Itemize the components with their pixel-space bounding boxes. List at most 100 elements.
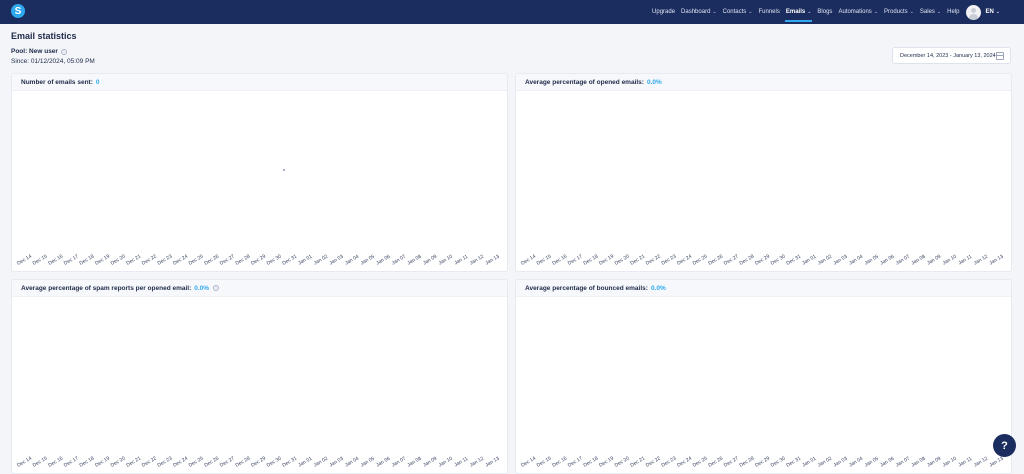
x-tick-label: Dec 24	[172, 253, 189, 266]
chart-area: Dec 14Dec 15Dec 16Dec 17Dec 18Dec 19Dec …	[16, 455, 501, 469]
x-tick-label: Jan 04	[344, 456, 360, 469]
nav-item-products[interactable]: Products ⌄	[881, 0, 917, 24]
page-title: Email statistics	[11, 31, 77, 41]
x-tick-label: Jan 06	[879, 456, 895, 469]
panel-value: 0.0%	[646, 78, 662, 86]
x-tick-label: Jan 01	[297, 456, 313, 469]
x-tick-label: Jan 09	[926, 456, 942, 469]
x-tick-label: Jan 02	[817, 254, 833, 267]
x-tick-label: Jan 09	[926, 254, 942, 267]
language-selector[interactable]: EN ⌄	[985, 9, 1000, 15]
panel-value: 0.0%	[194, 284, 210, 292]
x-tick-label: Jan 03	[832, 254, 848, 267]
x-tick-label: Dec 15	[32, 455, 49, 468]
x-tick-label: Jan 13	[988, 254, 1004, 267]
user-avatar[interactable]	[966, 4, 982, 20]
x-tick-label: Jan 02	[313, 254, 329, 267]
x-tick-label: Dec 28	[739, 253, 756, 266]
x-tick-label: Dec 27	[219, 253, 236, 266]
x-tick-label: Dec 15	[536, 253, 553, 266]
x-tick-label: Dec 21	[125, 253, 142, 266]
x-tick-label: Jan 05	[360, 254, 376, 267]
x-tick-label: Dec 26	[203, 253, 220, 266]
nav-item-label: Upgrade	[652, 9, 676, 15]
x-tick-label: Jan 10	[438, 456, 454, 469]
x-tick-label: Jan 04	[344, 254, 360, 267]
x-tick-label: Jan 02	[313, 456, 329, 469]
panel-value: 0.0%	[650, 284, 666, 292]
panel-header: Average percentage of opened emails: 0.0%	[516, 74, 1011, 91]
panel-emails-sent: Number of emails sent: 0 Dec 14 Dec 15 Dec 1…	[11, 73, 508, 272]
x-tick-label: Dec 18	[583, 253, 600, 266]
data-point	[283, 169, 285, 171]
nav-item-label: Contacts	[722, 9, 747, 15]
panel-header: Average percentage of spam reports per o…	[12, 280, 507, 297]
x-tick-label: Jan 01	[297, 254, 313, 267]
x-tick-label: Jan 11	[453, 456, 469, 469]
x-tick-label: Dec 17	[567, 253, 584, 266]
x-tick-label: Dec 19	[94, 455, 111, 468]
nav-item-funnels[interactable]: Funnels	[756, 0, 783, 24]
x-tick-label: Dec 25	[692, 253, 709, 266]
nav-item-sales[interactable]: Sales ⌄	[917, 0, 944, 24]
x-tick-label: Dec 23	[661, 455, 678, 468]
nav-item-help[interactable]: Help	[944, 0, 962, 24]
x-tick-label: Jan 10	[942, 254, 958, 267]
help-button[interactable]: ?	[993, 434, 1016, 457]
info-icon[interactable]: i	[60, 48, 67, 55]
x-tick-label: Dec 29	[754, 455, 771, 468]
x-tick-label: Dec 15	[536, 455, 553, 468]
nav-item-dashboard[interactable]: Dashboard ⌄	[678, 0, 720, 24]
x-tick-label: Dec 26	[707, 455, 724, 468]
nav-item-label: Help	[947, 9, 960, 15]
x-tick-label: Dec 24	[172, 455, 189, 468]
x-tick-label: Dec 25	[188, 253, 205, 266]
x-tick-label: Dec 29	[250, 253, 267, 266]
nav-item-label: Dashboard	[681, 9, 711, 15]
x-tick-label: Jan 10	[942, 456, 958, 469]
nav-item-emails[interactable]: Emails ⌄	[783, 0, 815, 24]
logo-letter: S	[14, 5, 22, 17]
chevron-down-icon: ⌄	[995, 9, 1000, 15]
x-tick-label: Dec 20	[614, 455, 631, 468]
x-tick-label: Dec 23	[661, 253, 678, 266]
x-tick-label: Dec 16	[551, 253, 568, 266]
x-tick-label: Jan 02	[817, 456, 833, 469]
x-tick-label: Jan 07	[391, 254, 407, 267]
x-tick-label: Dec 25	[692, 455, 709, 468]
date-range-picker[interactable]: December 14, 2023 - January 13, 2024	[892, 47, 1011, 64]
chevron-down-icon: ⌄	[873, 9, 878, 15]
app-logo[interactable]: S	[11, 4, 25, 18]
x-tick-label: Dec 14	[520, 455, 537, 468]
x-tick-label: Dec 27	[723, 455, 740, 468]
nav-item-automations[interactable]: Automations ⌄	[835, 0, 881, 24]
x-tick-label: Dec 30	[266, 253, 283, 266]
chevron-down-icon: ⌄	[909, 9, 914, 15]
x-tick-label: Dec 31	[785, 253, 802, 266]
x-tick-label: Jan 01	[801, 456, 817, 469]
info-icon[interactable]: i	[213, 285, 220, 291]
x-tick-label: Dec 18	[79, 455, 96, 468]
x-tick-label: Dec 17	[63, 253, 80, 266]
calendar-icon	[996, 52, 1004, 60]
x-tick-label: Dec 14	[16, 455, 33, 468]
nav-item-blogs[interactable]: Blogs	[814, 0, 835, 24]
nav-item-upgrade[interactable]: Upgrade	[649, 0, 678, 24]
nav-menu: Upgrade Dashboard ⌄ Contacts ⌄ Funnels Emails ⌄…	[649, 0, 1000, 24]
x-tick-label: Jan 01	[801, 254, 817, 267]
x-tick-label: Dec 28	[235, 455, 252, 468]
x-tick-label: Jan 10	[438, 254, 454, 267]
x-tick-label: Dec 30	[266, 455, 283, 468]
x-tick-label: Jan 09	[422, 456, 438, 469]
x-tick-label: Jan 07	[895, 456, 911, 469]
x-tick-label: Dec 31	[785, 455, 802, 468]
x-tick-label: Jan 08	[910, 456, 926, 469]
x-tick-label: Dec 20	[110, 455, 127, 468]
x-tick-label: Dec 15	[32, 253, 49, 266]
x-tick-label: Dec 19	[598, 253, 615, 266]
x-tick-label: Dec 24	[676, 253, 693, 266]
x-tick-label: Dec 29	[754, 253, 771, 266]
nav-item-contacts[interactable]: Contacts ⌄	[720, 0, 756, 24]
x-tick-label: Jan 12	[973, 254, 989, 267]
x-tick-label: Jan 07	[391, 456, 407, 469]
